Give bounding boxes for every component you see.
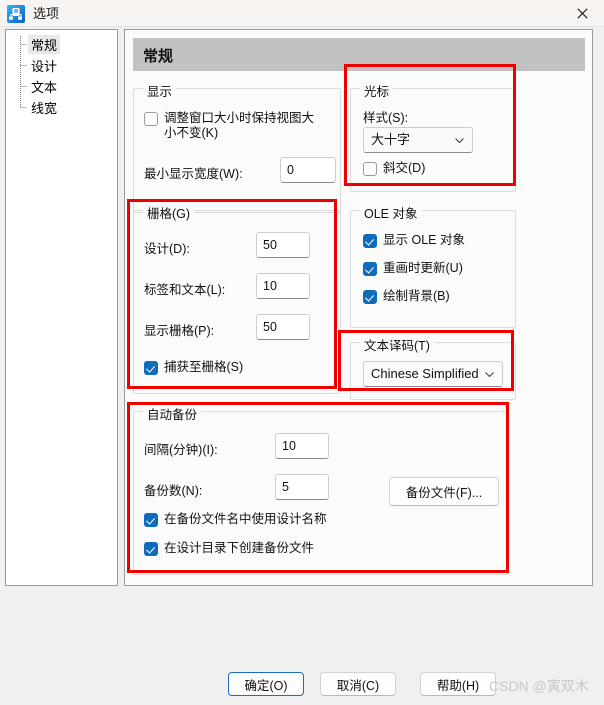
checkbox-box <box>363 290 377 304</box>
checkbox-label: 在设计目录下创建备份文件 <box>164 541 315 555</box>
checkbox-label: 斜交(D) <box>383 161 426 175</box>
input-backup-interval[interactable]: 10 <box>275 433 329 459</box>
label-min-display-width: 最小显示宽度(W): <box>144 167 243 181</box>
input-grid-design[interactable]: 50 <box>256 232 310 258</box>
checkbox-label: 捕获至栅格(S) <box>164 360 244 374</box>
checkbox-draw-background[interactable]: 绘制背景(B) <box>363 289 450 304</box>
sidebar-item-label: 文本 <box>31 80 58 95</box>
group-grid-legend: 栅格(G) <box>143 203 195 222</box>
label-backup-count: 备份数(N): <box>144 484 203 498</box>
input-grid-label-text[interactable]: 10 <box>256 273 310 299</box>
label-grid-design: 设计(D): <box>144 242 190 256</box>
settings-content-panel: 常规 显示 调整窗口大小时保持视图大小不变(K) 最小显示宽度(W): 0 光标… <box>124 29 593 586</box>
sidebar-item-label: 常规 <box>31 38 58 53</box>
title-bar: 选项 <box>0 0 604 27</box>
watermark: CSDN @寅双木 <box>489 678 589 694</box>
checkbox-update-on-redraw[interactable]: 重画时更新(U) <box>363 261 463 276</box>
checkbox-snap-to-grid[interactable]: 捕获至栅格(S) <box>144 360 243 375</box>
group-cursor: 光标 样式(S): 大十字 斜交(D) <box>350 81 516 192</box>
checkbox-keep-view-size[interactable]: 调整窗口大小时保持视图大小不变(K) <box>144 111 334 141</box>
checkbox-oblique[interactable]: 斜交(D) <box>363 161 425 176</box>
checkbox-label: 显示 OLE 对象 <box>383 233 465 247</box>
checkbox-label: 绘制背景(B) <box>383 289 450 303</box>
checkbox-label: 重画时更新(U) <box>383 261 463 275</box>
sidebar-item-linewidth[interactable]: 线宽 <box>28 98 60 117</box>
tree-connector-lines <box>20 36 27 108</box>
select-text-decode-value: Chinese Simplified <box>371 366 479 381</box>
checkbox-box <box>144 361 158 375</box>
sidebar-item-label: 设计 <box>31 59 58 74</box>
chevron-down-icon <box>484 369 495 380</box>
group-text-decode: 文本译码(T) Chinese Simplified <box>350 335 516 400</box>
group-ole-legend: OLE 对象 <box>360 203 422 222</box>
group-auto-backup: 自动备份 间隔(分钟)(I): 10 备份数(N): 5 在备份文件名中使用设计… <box>133 404 508 575</box>
group-text-decode-legend: 文本译码(T) <box>360 335 434 354</box>
label-grid-label-text: 标签和文本(L): <box>144 283 226 297</box>
group-ole-objects: OLE 对象 显示 OLE 对象 重画时更新(U) 绘制背景(B) <box>350 203 516 328</box>
label-grid-display: 显示栅格(P): <box>144 324 215 338</box>
options-dialog: 选项 常规 设计 文本 线宽 常规 显示 调整窗口大小时保持视图大小不变(K) … <box>0 0 604 705</box>
category-tree-panel: 常规 设计 文本 线宽 <box>5 29 118 586</box>
checkbox-use-design-name[interactable]: 在备份文件名中使用设计名称 <box>144 512 327 527</box>
label-backup-interval: 间隔(分钟)(I): <box>144 443 218 457</box>
options-app-icon <box>6 4 26 24</box>
checkbox-box <box>363 262 377 276</box>
checkbox-label: 调整窗口大小时保持视图大小不变(K) <box>164 111 315 140</box>
checkbox-label: 在备份文件名中使用设计名称 <box>164 512 327 526</box>
group-cursor-legend: 光标 <box>360 81 394 100</box>
close-button[interactable] <box>560 0 604 27</box>
select-cursor-style-value: 大十字 <box>371 132 411 147</box>
group-display: 显示 调整窗口大小时保持视图大小不变(K) 最小显示宽度(W): 0 <box>133 81 341 213</box>
input-backup-count[interactable]: 5 <box>275 474 329 500</box>
section-title: 常规 <box>143 48 174 65</box>
input-min-display-width[interactable]: 0 <box>280 157 336 183</box>
checkbox-box <box>363 162 377 176</box>
window-title: 选项 <box>33 6 60 21</box>
checkbox-box <box>144 542 158 556</box>
section-header-bar: 常规 <box>133 38 585 71</box>
checkbox-show-ole[interactable]: 显示 OLE 对象 <box>363 233 465 248</box>
group-display-legend: 显示 <box>143 81 177 100</box>
checkbox-box <box>363 234 377 248</box>
checkbox-create-in-design-dir[interactable]: 在设计目录下创建备份文件 <box>144 541 314 556</box>
backup-files-button[interactable]: 备份文件(F)... <box>389 477 499 506</box>
checkbox-box <box>144 112 158 126</box>
checkbox-box <box>144 513 158 527</box>
sidebar-item-text[interactable]: 文本 <box>28 77 60 96</box>
group-auto-backup-legend: 自动备份 <box>143 404 202 423</box>
sidebar-item-general[interactable]: 常规 <box>28 35 61 54</box>
label-cursor-style: 样式(S): <box>363 111 409 125</box>
cancel-button[interactable]: 取消(C) <box>320 672 396 696</box>
group-grid: 栅格(G) 设计(D): 50 标签和文本(L): 10 显示栅格(P): 50… <box>133 203 341 394</box>
ok-button[interactable]: 确定(O) <box>228 672 304 696</box>
select-cursor-style[interactable]: 大十字 <box>363 127 473 153</box>
input-grid-display[interactable]: 50 <box>256 314 310 340</box>
help-button[interactable]: 帮助(H) <box>420 672 496 696</box>
chevron-down-icon <box>454 135 465 146</box>
sidebar-item-design[interactable]: 设计 <box>28 56 60 75</box>
sidebar-item-label: 线宽 <box>31 101 58 116</box>
select-text-decode[interactable]: Chinese Simplified <box>363 361 503 387</box>
